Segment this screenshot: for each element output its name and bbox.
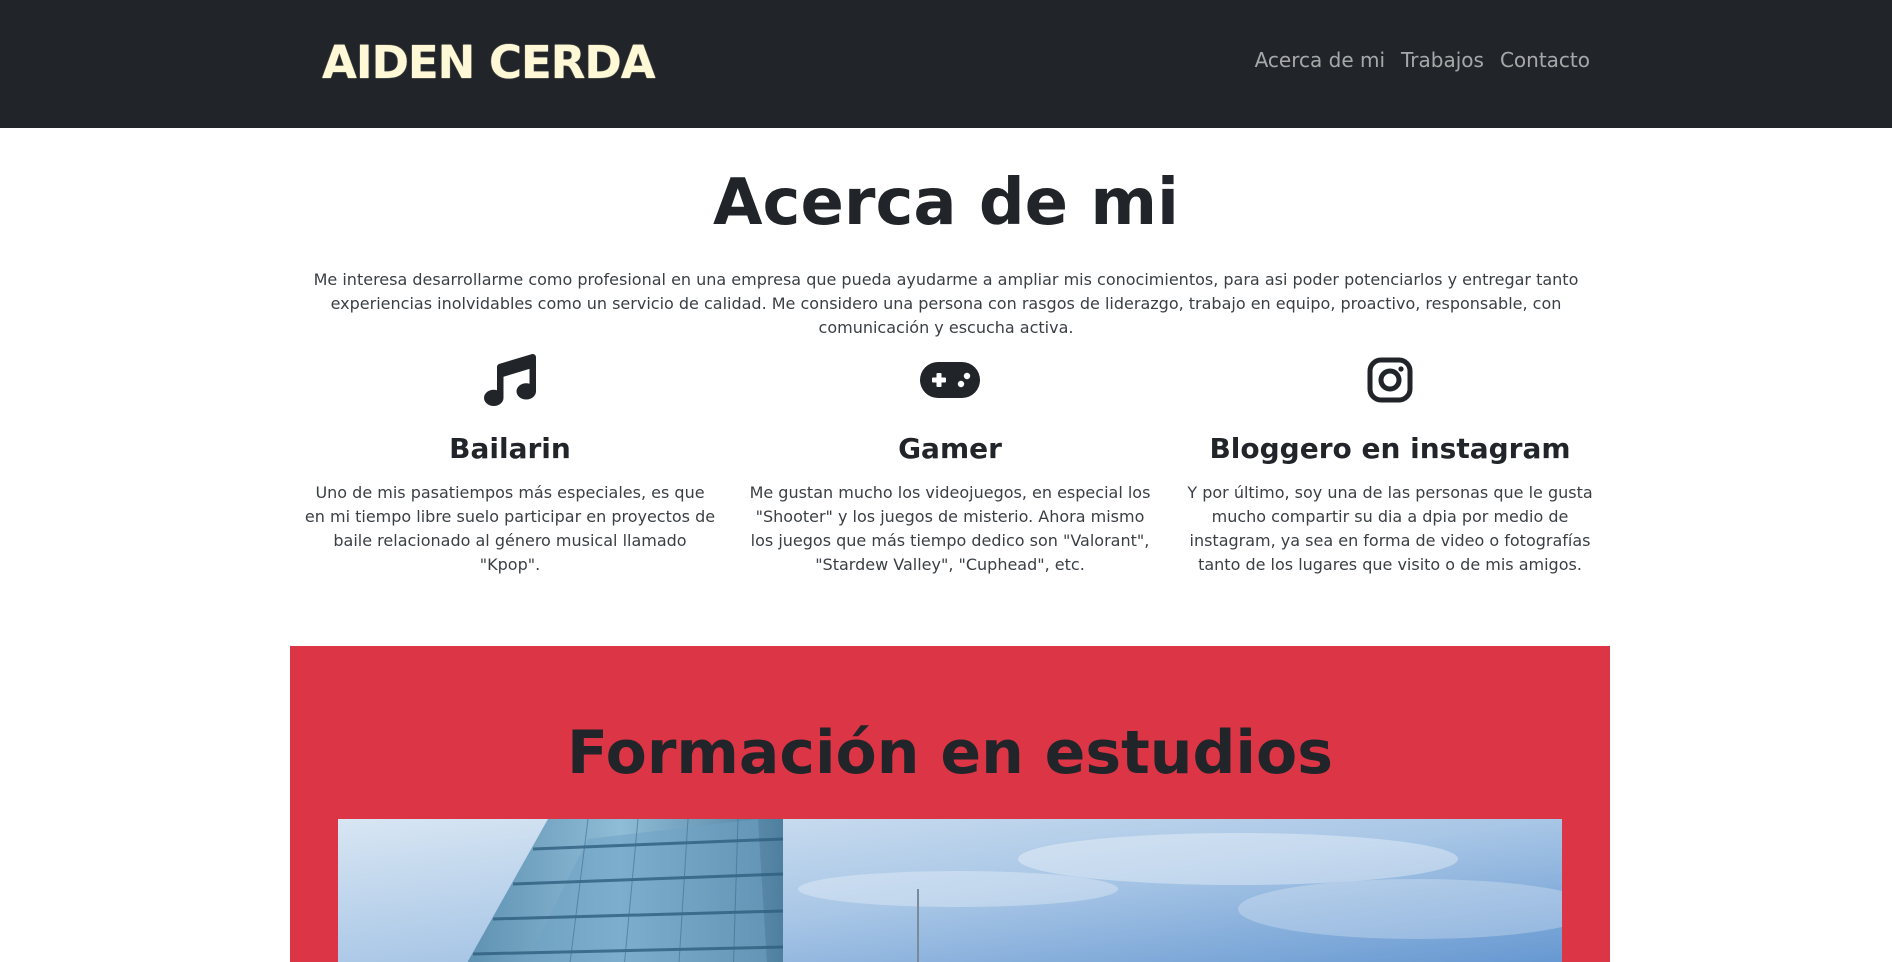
feature-title-instagram: Bloggero en instagram [1209, 432, 1571, 465]
about-description: Me interesa desarrollarme como profesion… [313, 270, 1579, 337]
feature-gamer: Gamer Me gustan mucho los videojuegos, e… [730, 350, 1170, 577]
feature-title-bailarin: Bailarin [449, 432, 571, 465]
about-title: Acerca de mi [713, 166, 1179, 240]
navbar: AIDEN CERDA Acerca de mi Trabajos Contac… [0, 0, 1892, 128]
features-row: Bailarin Uno de mis pasatiempos más espe… [290, 350, 1610, 577]
nav-link-acerca[interactable]: Acerca de mi [1255, 48, 1385, 72]
feature-text-instagram: Y por último, soy una de las personas qu… [1187, 483, 1593, 574]
studies-section: Formación en estudios [290, 646, 1610, 962]
brand-logo[interactable]: AIDEN CERDA [322, 36, 656, 89]
nav-link-trabajos[interactable]: Trabajos [1401, 48, 1484, 72]
nav-links: Acerca de mi Trabajos Contacto [1255, 48, 1590, 72]
instagram-icon [1170, 350, 1610, 410]
music-note-icon [290, 350, 730, 410]
building-photo [338, 819, 1562, 962]
studies-title: Formación en estudios [567, 718, 1333, 788]
feature-text-gamer: Me gustan mucho los videojuegos, en espe… [749, 483, 1151, 574]
nav-link-contacto[interactable]: Contacto [1500, 48, 1590, 72]
feature-text-bailarin: Uno de mis pasatiempos más especiales, e… [304, 483, 716, 574]
gamepad-icon [730, 350, 1170, 410]
feature-instagram: Bloggero en instagram Y por último, soy … [1170, 350, 1610, 577]
feature-bailarin: Bailarin Uno de mis pasatiempos más espe… [290, 350, 730, 577]
feature-title-gamer: Gamer [898, 432, 1002, 465]
